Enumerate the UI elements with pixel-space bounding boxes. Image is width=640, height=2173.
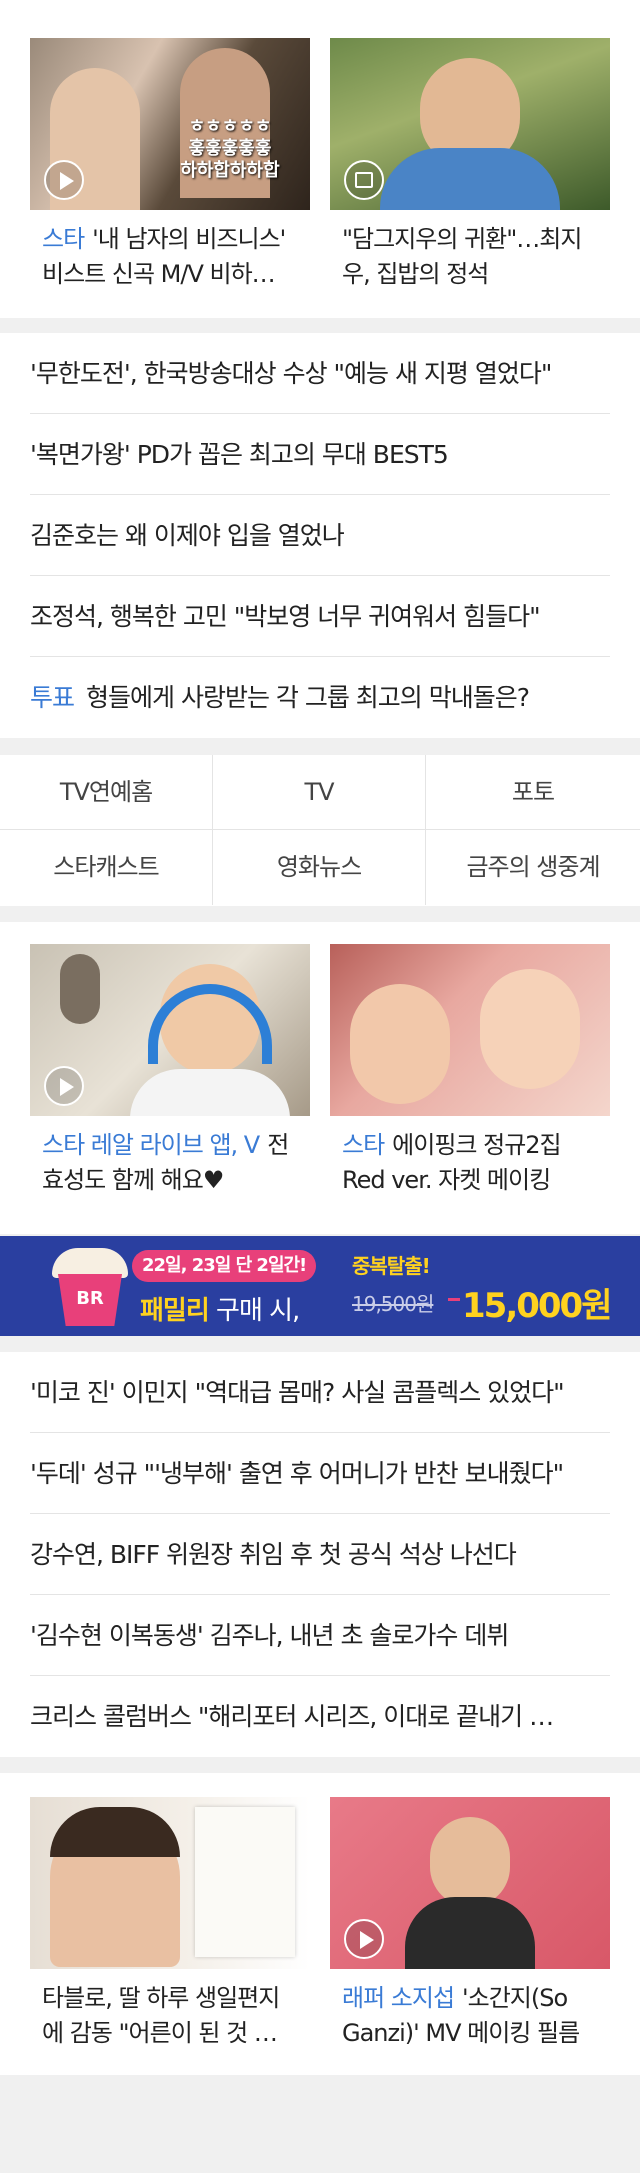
list-item[interactable]: 강수연, BIFF 위원장 취임 후 첫 공식 석상 나선다 (30, 1514, 610, 1595)
menu-item-tv-home[interactable]: TV연예홈 (0, 755, 213, 830)
menu-item-starcast[interactable]: 스타캐스트 (0, 830, 213, 905)
category-tag: 스타 (42, 225, 85, 253)
headline-list-2: '미코 진' 이민지 "역대급 몸매? 사실 콤플렉스 있었다" '두데' 성규… (0, 1352, 640, 1757)
play-icon (344, 1919, 384, 1959)
photo-news-section-1: ㅎㅎㅎㅎㅎ 흫흫흫흫흫 하하합하하합 스타 '내 남자의 비즈니스' 비스트 신곡… (0, 0, 640, 318)
card-caption[interactable]: 타블로, 딸 하루 생일편지에 감동 "어른이 된 것 … (42, 1981, 298, 2051)
play-icon (44, 1066, 84, 1106)
category-menu: TV연예홈 TV 포토 스타캐스트 영화뉴스 금주의 생중계 (0, 755, 640, 906)
photo-news-section-3: 타블로, 딸 하루 생일편지에 감동 "어른이 된 것 … 래퍼 소지섭 '소간지… (0, 1773, 640, 2075)
category-tag: 스타 레알 라이브 앱, V (42, 1131, 260, 1159)
photo-icon (344, 160, 384, 200)
headline-text: 크리스 콜럼버스 "해리포터 시리즈, 이대로 끝내기 … (30, 1702, 554, 1731)
person-silhouette (430, 1817, 510, 1907)
headline-text: '두데' 성규 "'냉부해' 출연 후 어머니가 반찬 보내줬다" (30, 1459, 564, 1488)
overlay-line: 하하합하하합 (180, 160, 280, 181)
list-item[interactable]: 조정석, 행복한 고민 "박보영 너무 귀여워서 힘들다" (30, 576, 610, 657)
person-clothing (380, 148, 560, 210)
headline-text: 김준호는 왜 이제야 입을 열었나 (30, 521, 345, 550)
list-item[interactable]: '무한도전', 한국방송대상 수상 "예능 새 지평 열었다" (30, 333, 610, 414)
price-arrow-icon (448, 1298, 460, 1307)
list-item[interactable]: '김수현 이복동생' 김주나, 내년 초 솔로가수 데뷔 (30, 1595, 610, 1676)
headline-text: '복면가왕' PD가 꼽은 최고의 무대 BEST5 (30, 440, 449, 469)
thumbnail-image[interactable] (330, 1797, 610, 1969)
category-tag: 스타 (342, 1131, 385, 1159)
list-item[interactable]: 김준호는 왜 이제야 입을 열었나 (30, 495, 610, 576)
headline-text: 조정석, 행복한 고민 "박보영 너무 귀여워서 힘들다" (30, 602, 541, 631)
person-clothing (405, 1897, 535, 1969)
ad-product: 패밀리 (140, 1296, 210, 1326)
card-caption[interactable]: 스타에이핑크 정규2집 Red ver. 자켓 메이킹 스… (342, 1128, 598, 1198)
drawing-paper (195, 1807, 295, 1957)
ad-highlight: 중복탈출! (352, 1254, 431, 1278)
card-title: "담그지우의 귀환"…최지우, 집밥의 정석 (342, 225, 582, 288)
ad-old-price: 19,500원 (352, 1292, 434, 1316)
thumbnail-image[interactable] (30, 944, 310, 1116)
list-item[interactable]: 크리스 콜럼버스 "해리포터 시리즈, 이대로 끝내기 … (30, 1676, 610, 1757)
menu-item-live[interactable]: 금주의 생중계 (426, 830, 640, 905)
thumbnail-image[interactable] (30, 1797, 310, 1969)
card-caption[interactable]: 스타 '내 남자의 비즈니스' 비스트 신곡 M/V 비하… (42, 222, 298, 292)
person-silhouette (350, 984, 450, 1104)
vote-tag: 투표 (30, 683, 75, 712)
headline-text: 형들에게 사랑받는 각 그룹 최고의 막내돌은? (86, 683, 530, 712)
card-caption[interactable]: 스타 레알 라이브 앱, V전 효성도 함께 해요♥ (42, 1128, 298, 1198)
menu-item-tv[interactable]: TV (213, 755, 426, 830)
ad-new-price: 15,000원 (462, 1286, 612, 1326)
headline-text: '김수현 이복동생' 김주나, 내년 초 솔로가수 데뷔 (30, 1621, 509, 1650)
ad-condition-line: 패밀리 구매 시, (140, 1290, 300, 1327)
person-silhouette (480, 969, 580, 1089)
headline-text: '미코 진' 이민지 "역대급 몸매? 사실 콤플렉스 있었다" (30, 1378, 565, 1407)
overlay-line: ㅎㅎㅎㅎㅎ (188, 116, 272, 137)
thumbnail-image[interactable] (330, 944, 610, 1116)
card-caption[interactable]: "담그지우의 귀환"…최지우, 집밥의 정석 (342, 222, 598, 292)
thumbnail-image[interactable] (330, 38, 610, 210)
video-caption-overlay: ㅎㅎㅎㅎㅎ 흫흫흫흫흫 하하합하하합 (155, 116, 305, 182)
list-item[interactable]: '복면가왕' PD가 꼽은 최고의 무대 BEST5 (30, 414, 610, 495)
category-tag: 래퍼 소지섭 (342, 1984, 455, 2012)
menu-item-photo[interactable]: 포토 (426, 755, 640, 830)
ad-banner[interactable]: BR 22일, 23일 단 2일간! 패밀리 구매 시, 중복탈출! 19,50… (0, 1236, 640, 1336)
card-caption[interactable]: 래퍼 소지섭 '소간지(So Ganzi)' MV 메이킹 필름 (342, 1981, 598, 2051)
overlay-line: 흫흫흫흫흫 (188, 138, 272, 159)
play-icon (44, 160, 84, 200)
ad-condition: 구매 시, (216, 1296, 300, 1326)
list-item[interactable]: '미코 진' 이민지 "역대급 몸매? 사실 콤플렉스 있었다" (30, 1352, 610, 1433)
list-item[interactable]: 투표 형들에게 사랑받는 각 그룹 최고의 막내돌은? (30, 657, 610, 738)
headline-text: 강수연, BIFF 위원장 취임 후 첫 공식 석상 나선다 (30, 1540, 517, 1569)
headline-list-1: '무한도전', 한국방송대상 수상 "예능 새 지평 열었다" '복면가왕' P… (0, 333, 640, 738)
person-hair (50, 1807, 180, 1857)
person-clothing (130, 1069, 290, 1116)
ad-date-pill: 22일, 23일 단 2일간! (132, 1250, 317, 1282)
photo-news-section-2: 스타 레알 라이브 앱, V전 효성도 함께 해요♥ 스타 에이핑크 정규2집 R… (0, 922, 640, 1234)
thumbnail-image[interactable]: ㅎㅎㅎㅎㅎ 흫흫흫흫흫 하하합하하합 (30, 38, 310, 210)
headline-text: '무한도전', 한국방송대상 수상 "예능 새 지평 열었다" (30, 359, 552, 388)
ice-cream-cup-logo: BR (52, 1248, 128, 1328)
microphone-shape (60, 954, 100, 1024)
menu-item-movie-news[interactable]: 영화뉴스 (213, 830, 426, 905)
list-item[interactable]: '두데' 성규 "'냉부해' 출연 후 어머니가 반찬 보내줬다" (30, 1433, 610, 1514)
card-title: 타블로, 딸 하루 생일편지에 감동 "어른이 된 것 … (42, 1984, 280, 2047)
br-logo-text: BR (76, 1288, 104, 1309)
